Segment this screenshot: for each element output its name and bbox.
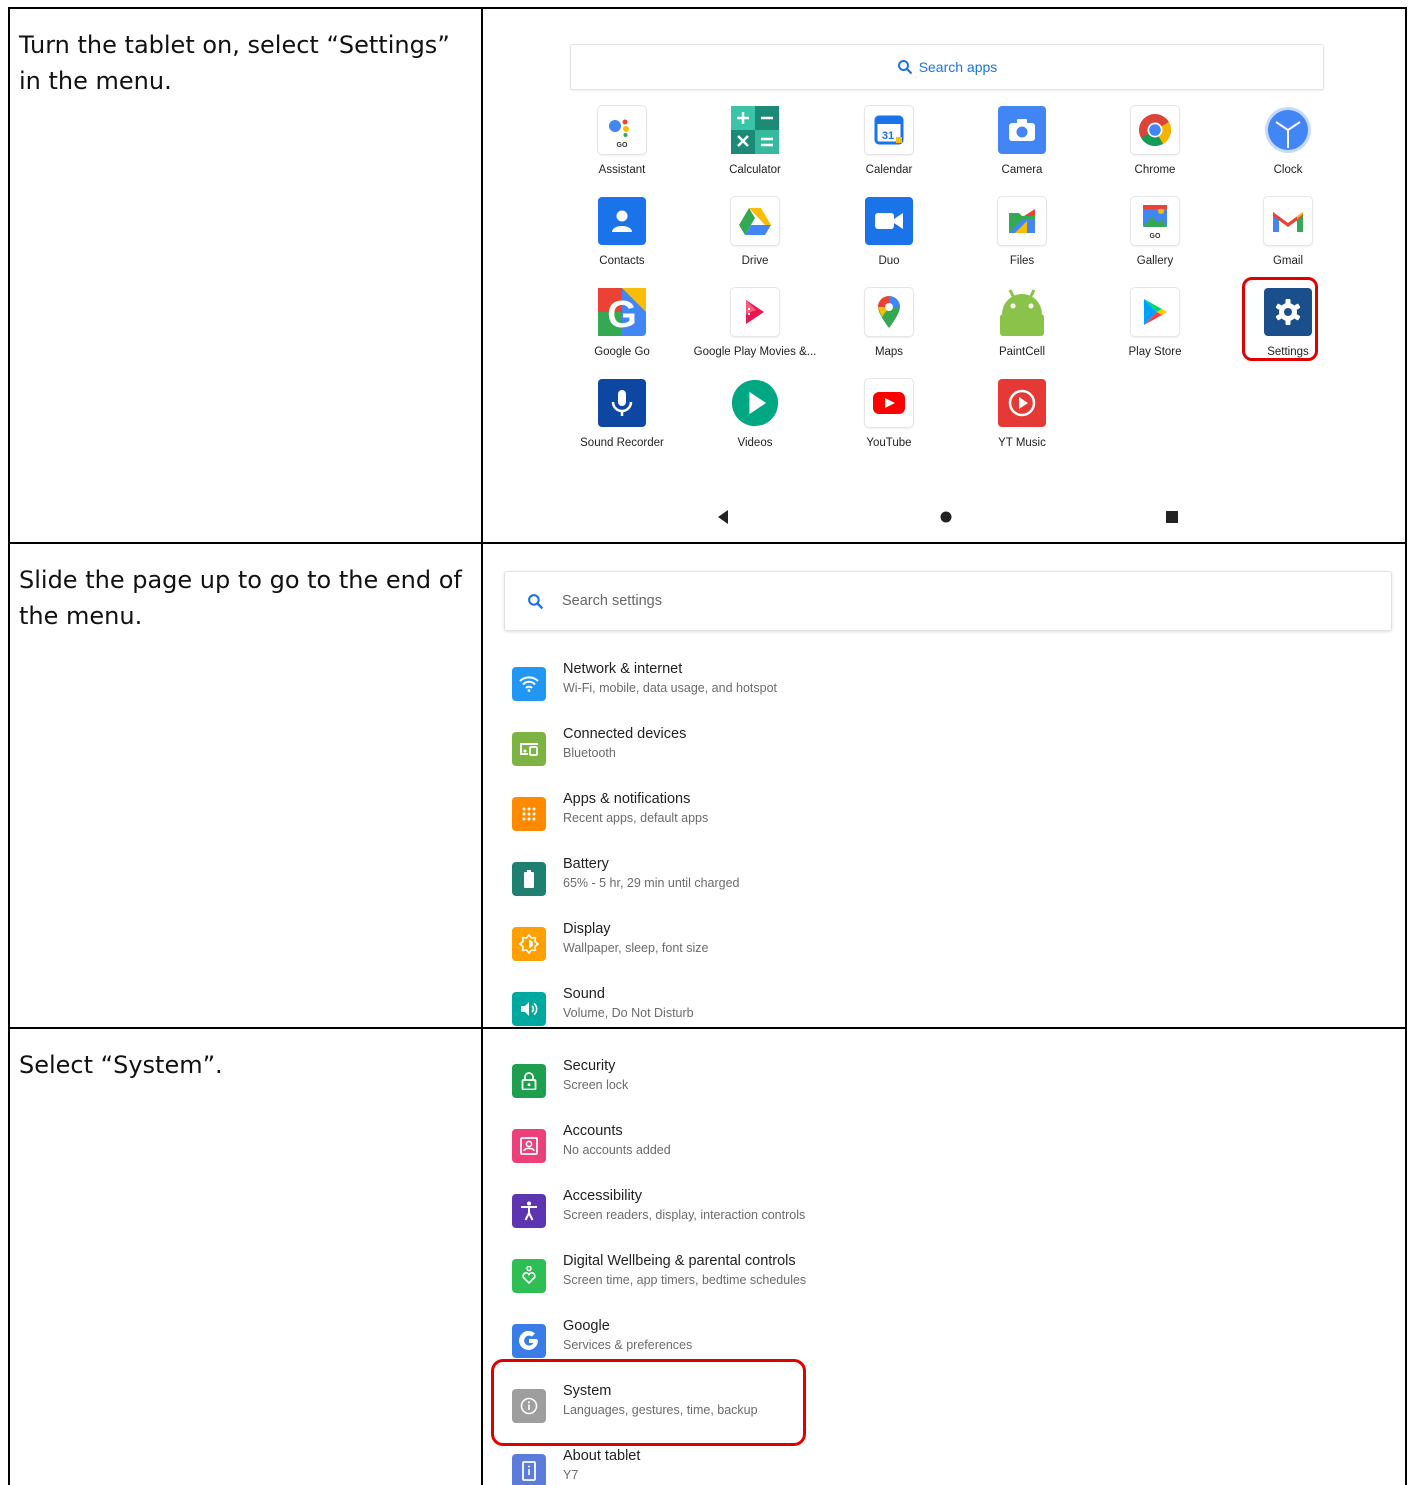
app-camera[interactable]: Camera bbox=[957, 106, 1087, 176]
settings-highlight bbox=[1242, 277, 1318, 361]
assistant-icon: GO bbox=[598, 106, 646, 154]
accessibility-icon bbox=[512, 1194, 546, 1228]
app-play-store[interactable]: Play Store bbox=[1090, 288, 1220, 358]
step-row-2: Slide the page up to go to the end of th… bbox=[10, 544, 1405, 1029]
app-google-go[interactable]: G Google Go bbox=[557, 288, 687, 358]
app-drive[interactable]: Drive bbox=[690, 197, 820, 267]
maps-icon bbox=[865, 288, 913, 336]
app-play-movies[interactable]: Google Play Movies &... bbox=[690, 288, 820, 358]
app-launcher-screenshot: Search apps GO Assistant Calculator 31 C… bbox=[484, 9, 1405, 542]
step-1-instruction: Turn the tablet on, select “Settings” in… bbox=[19, 31, 450, 95]
search-settings-bar[interactable]: Search settings bbox=[504, 571, 1392, 631]
app-youtube[interactable]: YouTube bbox=[824, 379, 954, 449]
play-movies-icon bbox=[731, 288, 779, 336]
app-calendar[interactable]: 31 Calendar bbox=[824, 106, 954, 176]
calendar-icon: 31 bbox=[865, 106, 913, 154]
step-2-instruction: Slide the page up to go to the end of th… bbox=[19, 566, 462, 630]
back-icon[interactable] bbox=[715, 509, 731, 525]
settings-screenshot-bottom: Security Screen lock Accounts No account… bbox=[484, 1029, 1405, 1485]
svg-text:31: 31 bbox=[882, 130, 894, 142]
android-nav-bar bbox=[484, 509, 1405, 529]
svg-text:GO: GO bbox=[1150, 233, 1161, 240]
search-icon bbox=[897, 60, 912, 75]
duo-icon bbox=[865, 197, 913, 245]
volume-icon bbox=[512, 992, 546, 1026]
app-gmail[interactable]: Gmail bbox=[1223, 197, 1353, 267]
files-icon bbox=[998, 197, 1046, 245]
app-assistant[interactable]: GO Assistant bbox=[557, 106, 687, 176]
home-icon[interactable] bbox=[940, 511, 952, 523]
devices-icon bbox=[512, 732, 546, 766]
app-duo[interactable]: Duo bbox=[824, 197, 954, 267]
android-icon bbox=[998, 288, 1046, 336]
search-settings-placeholder: Search settings bbox=[562, 593, 662, 609]
app-videos[interactable]: Videos bbox=[690, 379, 820, 449]
app-chrome[interactable]: Chrome bbox=[1090, 106, 1220, 176]
google-go-icon: G bbox=[598, 288, 646, 336]
app-contacts[interactable]: Contacts bbox=[557, 197, 687, 267]
tablet-icon bbox=[512, 1454, 546, 1485]
system-highlight bbox=[491, 1359, 806, 1446]
app-calculator[interactable]: Calculator bbox=[690, 106, 820, 176]
clock-icon bbox=[1264, 106, 1312, 154]
settings-screenshot-top: Search settings Network & internet Wi-Fi… bbox=[484, 544, 1405, 1027]
app-paintcell[interactable]: PaintCell bbox=[957, 288, 1087, 358]
battery-icon bbox=[512, 862, 546, 896]
drive-icon bbox=[731, 197, 779, 245]
play-store-icon bbox=[1131, 288, 1179, 336]
svg-text:GO: GO bbox=[617, 142, 628, 149]
search-apps-bar[interactable]: Search apps bbox=[570, 44, 1324, 90]
brightness-icon bbox=[512, 927, 546, 961]
app-yt-music[interactable]: YT Music bbox=[957, 379, 1087, 449]
app-maps[interactable]: Maps bbox=[824, 288, 954, 358]
wellbeing-icon bbox=[512, 1259, 546, 1293]
search-icon bbox=[528, 593, 544, 609]
instruction-table: Turn the tablet on, select “Settings” in… bbox=[8, 7, 1407, 1485]
wifi-icon bbox=[512, 667, 546, 701]
video-play-icon bbox=[731, 379, 779, 427]
svg-text:G: G bbox=[607, 294, 637, 336]
gmail-icon bbox=[1264, 197, 1312, 245]
step-row-3: Select “System”. Security Screen lock Ac… bbox=[10, 1029, 1405, 1485]
account-box-icon bbox=[512, 1129, 546, 1163]
camera-icon bbox=[998, 106, 1046, 154]
chrome-icon bbox=[1131, 106, 1179, 154]
recents-icon[interactable] bbox=[1165, 510, 1179, 524]
app-sound-recorder[interactable]: Sound Recorder bbox=[557, 379, 687, 449]
app-files[interactable]: Files bbox=[957, 197, 1087, 267]
yt-music-icon bbox=[998, 379, 1046, 427]
search-apps-label: Search apps bbox=[918, 59, 998, 75]
app-clock[interactable]: Clock bbox=[1223, 106, 1353, 176]
gallery-icon: GO bbox=[1131, 197, 1179, 245]
step-3-instruction: Select “System”. bbox=[19, 1051, 223, 1079]
microphone-icon bbox=[598, 379, 646, 427]
contacts-icon bbox=[598, 197, 646, 245]
app-gallery[interactable]: GO Gallery bbox=[1090, 197, 1220, 267]
apps-grid-icon bbox=[512, 797, 546, 831]
step-row-1: Turn the tablet on, select “Settings” in… bbox=[10, 9, 1405, 544]
youtube-icon bbox=[865, 379, 913, 427]
google-icon bbox=[512, 1324, 546, 1358]
calculator-icon bbox=[731, 106, 779, 154]
lock-icon bbox=[512, 1064, 546, 1098]
